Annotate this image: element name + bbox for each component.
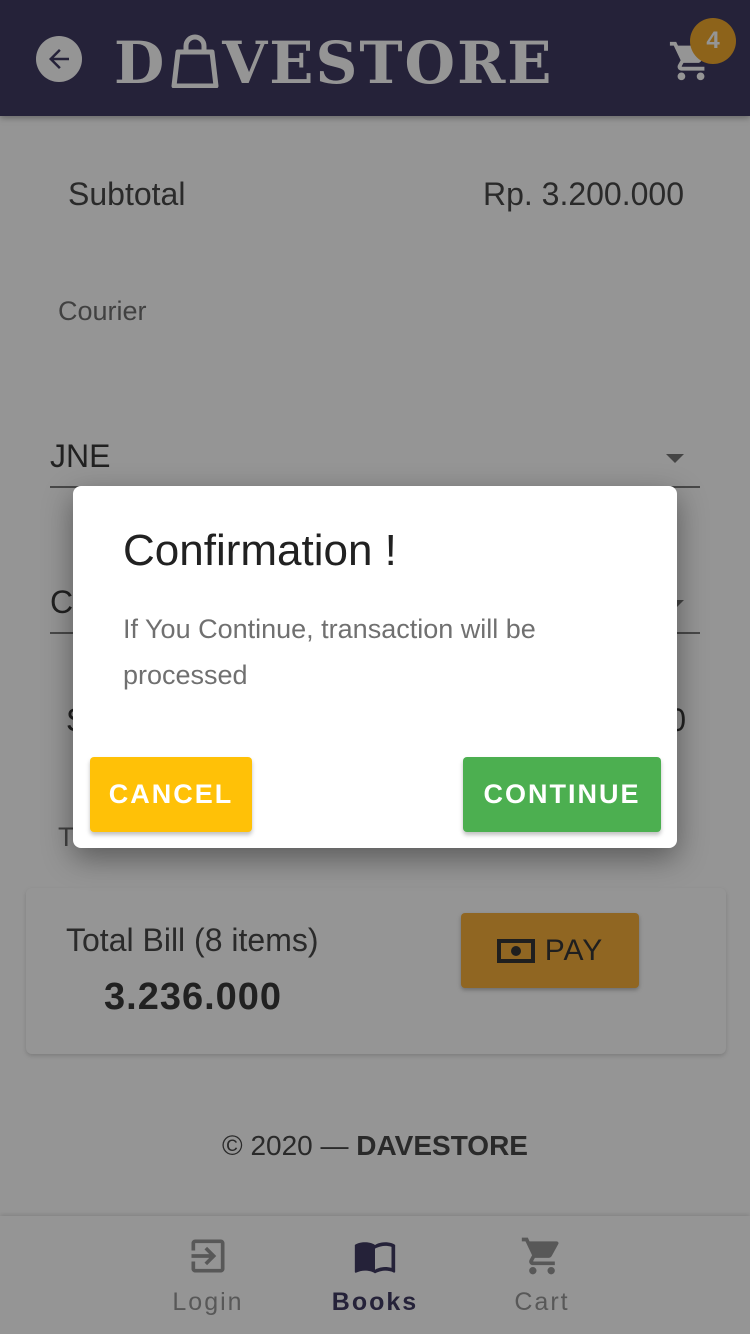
- dialog-title: Confirmation !: [123, 526, 397, 575]
- continue-button[interactable]: CONTINUE: [463, 757, 661, 832]
- cancel-button[interactable]: CANCEL: [90, 757, 252, 832]
- dialog-message: If You Continue, transaction will be pro…: [123, 614, 536, 690]
- confirmation-dialog: Confirmation ! If You Continue, transact…: [73, 486, 677, 848]
